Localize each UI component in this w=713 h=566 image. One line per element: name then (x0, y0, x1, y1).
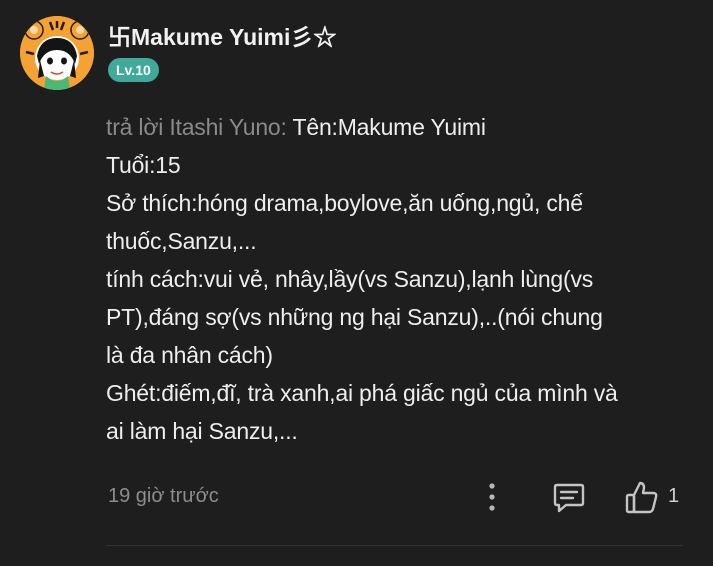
comment-line: Ghét:điếm,đĩ, trà xanh,ai phá giấc ngủ c… (106, 380, 618, 406)
comment-icon (553, 483, 585, 513)
thumbs-up-icon (625, 481, 658, 514)
comment-line: trả lời Itashi Yuno: Tên:Makume Yuimi (106, 108, 691, 146)
comment-line: Tuổi:15 (106, 152, 181, 178)
comment-card: 卐Makume Yuimi彡☆ Lv.10 trả lời Itashi Yun… (0, 0, 713, 566)
comment-line: thuốc,Sanzu,... (106, 228, 257, 254)
tiger-hood-girl-icon (20, 16, 94, 90)
comment-text: Tên:Makume Yuimi (292, 114, 486, 140)
comment-line: Sở thích:hóng drama,boylove,ăn uống,ngủ,… (106, 190, 583, 216)
comment-line: là đa nhân cách) (106, 342, 273, 368)
more-options-button[interactable] (478, 480, 506, 514)
comment-line: ai làm hại Sanzu,... (106, 418, 298, 444)
author-name[interactable]: 卐Makume Yuimi彡☆ (108, 18, 336, 52)
reply-prefix[interactable]: trả lời Itashi Yuno: (106, 114, 287, 140)
divider (106, 545, 683, 546)
like-button[interactable] (622, 478, 662, 518)
comment-timestamp: 19 giờ trước (108, 485, 219, 507)
comment-line: PT),đáng sợ(vs những ng hại Sanzu),..(nó… (106, 304, 603, 330)
comment-line: tính cách:vui vẻ, nhây,lầy(vs Sanzu),lạn… (106, 266, 594, 292)
like-count: 1 (668, 485, 680, 507)
more-vertical-icon (489, 483, 495, 511)
level-badge: Lv.10 (108, 58, 159, 82)
avatar[interactable] (20, 16, 94, 90)
comment-body: trả lời Itashi Yuno: Tên:Makume Yuimi Tu… (106, 108, 691, 450)
reply-button[interactable] (550, 478, 588, 516)
